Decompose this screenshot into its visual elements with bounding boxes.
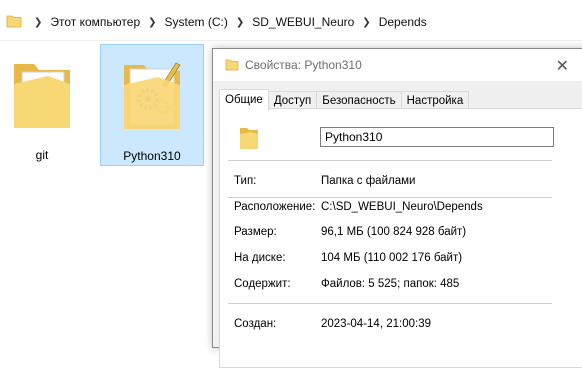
folder-icon: [225, 59, 239, 74]
divider: [228, 160, 552, 161]
folder-icon: [124, 62, 181, 129]
prop-value: Файлов: 5 525; папок: 485: [321, 278, 460, 290]
prop-value: 96,1 МБ (100 824 928 байт): [321, 226, 467, 238]
chevron-right-icon[interactable]: ❯: [362, 17, 370, 28]
folder-name-input[interactable]: [320, 127, 554, 147]
close-icon[interactable]: ✕: [556, 56, 569, 76]
address-bar[interactable]: ❯ Этот компьютер ❯ System (C:) ❯ SD_WEBU…: [0, 4, 582, 41]
chevron-right-icon[interactable]: ❯: [34, 17, 42, 28]
prop-value: 104 МБ (110 002 176 байт): [321, 252, 463, 264]
chevron-right-icon[interactable]: ❯: [236, 17, 244, 28]
breadcrumb-sd-webui-neuro[interactable]: SD_WEBUI_Neuro: [252, 15, 354, 29]
folder-icon: [238, 125, 260, 154]
tab-general[interactable]: Общие: [219, 89, 269, 111]
general-panel: Тип: Папка с файлами Расположение: C:\SD…: [219, 108, 582, 368]
folder-icon: [6, 14, 22, 31]
folder-label: Python310: [123, 149, 181, 163]
prop-label: Расположение:: [234, 201, 316, 213]
prop-value: Папка с файлами: [321, 175, 416, 187]
folder-item-python310[interactable]: Python310: [100, 44, 204, 166]
divider: [228, 303, 552, 304]
properties-dialog: Свойства: Python310 ✕ Общие Доступ Безоп…: [212, 48, 582, 368]
tab-bar: Общие Доступ Безопасность Настройка: [219, 89, 470, 111]
chevron-right-icon[interactable]: ❯: [148, 17, 156, 28]
prop-label: Создан:: [234, 318, 277, 330]
folder-item-git[interactable]: git: [0, 44, 94, 166]
folder-label: git: [35, 148, 49, 162]
prop-label: На диске:: [234, 252, 286, 264]
dialog-titlebar[interactable]: Свойства: Python310 ✕: [213, 49, 582, 81]
breadcrumb: ❯ Этот компьютер ❯ System (C:) ❯ SD_WEBU…: [26, 4, 427, 40]
divider: [228, 197, 552, 198]
prop-value: 2023-04-14, 21:00:39: [321, 318, 431, 330]
dialog-title: Свойства: Python310: [245, 58, 362, 72]
prop-label: Тип:: [234, 175, 257, 187]
folder-icon: [14, 64, 70, 128]
prop-label: Размер:: [234, 226, 277, 238]
breadcrumb-depends[interactable]: Depends: [379, 15, 427, 29]
prop-label: Содержит:: [234, 278, 291, 290]
breadcrumb-this-pc[interactable]: Этот компьютер: [50, 15, 140, 29]
breadcrumb-system-c[interactable]: System (C:): [165, 15, 228, 29]
prop-value: C:\SD_WEBUI_Neuro\Depends: [321, 201, 483, 213]
